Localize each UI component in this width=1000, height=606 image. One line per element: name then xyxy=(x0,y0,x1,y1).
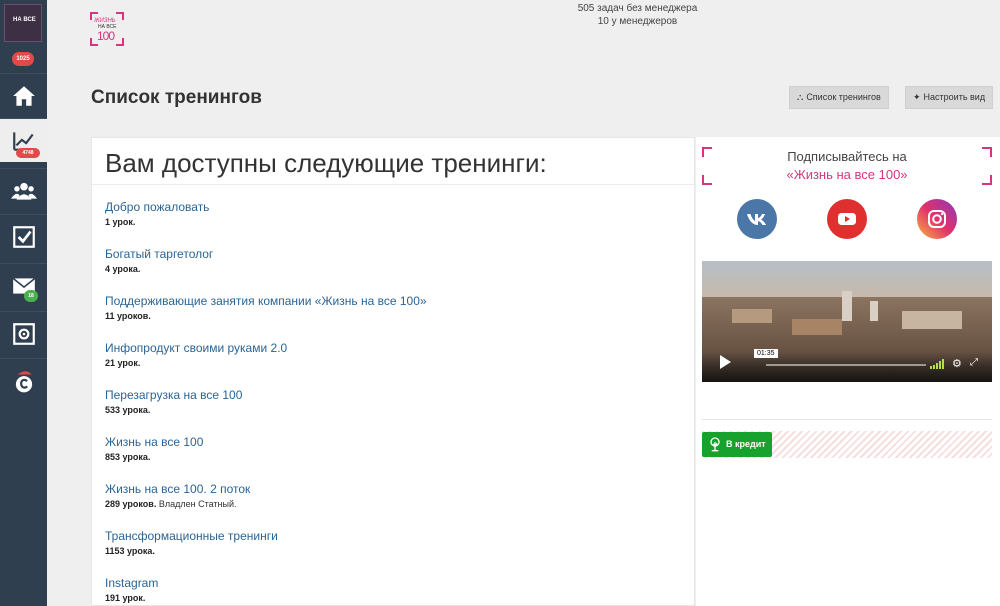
lessons-count: 11 уроков. xyxy=(105,311,151,321)
video-progress-bar[interactable] xyxy=(766,364,926,366)
brand-logo[interactable]: ЖИЗНЬ НА ВСЕ 100 xyxy=(90,12,124,46)
tasks-summary[interactable]: 505 задач без менеджера 10 у менеджеров xyxy=(560,2,715,28)
instagram-button[interactable] xyxy=(917,199,957,239)
configure-view-button-label: Настроить вид xyxy=(923,92,986,102)
trainings-list-button-label: Список тренингов xyxy=(806,92,881,102)
subscribe-block: Подписывайтесь на «Жизнь на все 100» xyxy=(702,147,992,185)
lessons-count: 853 урока. xyxy=(105,452,151,462)
youtube-button[interactable] xyxy=(827,199,867,239)
messages-badge: 18 xyxy=(24,290,38,302)
brand-logo-line3: 100 xyxy=(97,29,115,43)
list-item: Поддерживающие занятия компании «Жизнь н… xyxy=(105,294,427,321)
video-frame-building xyxy=(902,311,962,329)
video-frame-building xyxy=(732,309,772,323)
lessons-count: 1 урок. xyxy=(105,217,136,227)
lessons-count: 4 урока. xyxy=(105,264,141,274)
users-icon xyxy=(10,182,37,200)
training-link[interactable]: Поддерживающие занятия компании «Жизнь н… xyxy=(105,294,427,308)
lessons-count: 1153 урока. xyxy=(105,546,155,556)
list-item: Перезагрузка на все 100 533 урока. xyxy=(105,388,242,415)
list-item: Жизнь на все 100 853 урока. xyxy=(105,435,203,462)
sidebar-item-users[interactable] xyxy=(0,168,47,212)
video-player[interactable]: 01:35 ⚙ ⤢ xyxy=(702,261,992,382)
training-link[interactable]: Инфопродукт своими руками 2.0 xyxy=(105,341,287,355)
training-link[interactable]: Жизнь на все 100. 2 поток xyxy=(105,482,250,496)
lessons-count-value: 289 уроков. xyxy=(105,499,157,509)
sidebar-item-safe[interactable] xyxy=(0,311,47,355)
safe-icon xyxy=(12,322,35,345)
sidebar-logo[interactable]: НА ВСЕ xyxy=(4,4,42,42)
youtube-icon xyxy=(838,213,856,225)
tree-icon xyxy=(710,437,720,452)
video-controls xyxy=(702,352,992,382)
fullscreen-icon[interactable]: ⤢ xyxy=(970,357,978,368)
trainings-heading: Вам доступны следующие тренинги: xyxy=(105,148,547,178)
training-link[interactable]: Перезагрузка на все 100 xyxy=(105,388,242,402)
vk-icon xyxy=(747,214,766,225)
list-item: Instagram 191 урок. xyxy=(105,576,158,603)
divider xyxy=(702,419,992,420)
sidebar-item-home[interactable] xyxy=(0,73,47,117)
list-item: Инфопродукт своими руками 2.0 21 урок. xyxy=(105,341,287,368)
volume-icon[interactable] xyxy=(930,359,946,369)
credit-button-label: В кредит xyxy=(726,439,766,449)
sitemap-icon: ⛬ xyxy=(797,92,804,102)
lessons-count: 289 уроков. Владлен Статный. xyxy=(105,499,250,509)
trainings-panel: Вам доступны следующие тренинги: Добро п… xyxy=(91,137,696,606)
training-link[interactable]: Жизнь на все 100 xyxy=(105,435,203,449)
subscribe-brand: «Жизнь на все 100» xyxy=(786,167,908,182)
tasks-with-managers[interactable]: 10 у менеджеров xyxy=(560,15,715,28)
video-frame-building xyxy=(842,291,852,321)
list-item: Жизнь на все 100. 2 поток 289 уроков. Вл… xyxy=(105,482,250,509)
configure-view-button[interactable]: ✦ Настроить вид xyxy=(905,86,994,109)
sidebar-item-tasks[interactable] xyxy=(0,214,47,258)
checkbox-icon xyxy=(12,225,35,248)
training-link[interactable]: Богатый таргетолог xyxy=(105,247,213,261)
subscribe-text: Подписывайтесь на xyxy=(787,149,907,164)
video-frame-building xyxy=(792,319,842,335)
lessons-count: 191 урок. xyxy=(105,593,146,603)
training-link[interactable]: Добро пожаловать xyxy=(105,200,209,214)
play-icon[interactable] xyxy=(720,355,731,369)
sidebar-item-sales[interactable] xyxy=(0,358,47,402)
aside-column: Подписывайтесь на «Жизнь на все 100» 01:… xyxy=(696,137,1000,606)
lessons-count: 533 урока. xyxy=(105,405,151,415)
list-item: Трансформационные тренинги 1153 урока. xyxy=(105,529,278,556)
video-frame-building xyxy=(870,301,878,321)
santa-hat-icon xyxy=(15,370,32,392)
training-link[interactable]: Instagram xyxy=(105,576,158,590)
gear-icon[interactable]: ⚙ xyxy=(952,357,962,370)
sidebar-item-messages[interactable]: 18 xyxy=(0,263,47,307)
vk-button[interactable] xyxy=(737,199,777,239)
video-time: 01:35 xyxy=(754,349,778,358)
training-link[interactable]: Трансформационные тренинги xyxy=(105,529,278,543)
list-item: Добро пожаловать 1 урок. xyxy=(105,200,209,227)
instagram-icon xyxy=(928,210,946,228)
notifications-badge[interactable]: 1025 xyxy=(12,52,34,66)
puzzle-icon: ✦ xyxy=(913,92,921,102)
page-title: Список тренингов xyxy=(91,87,262,108)
sidebar: НА ВСЕ 1025 4748 18 xyxy=(0,0,47,606)
lessons-count: 21 урок. xyxy=(105,358,141,368)
credit-button[interactable]: В кредит xyxy=(702,432,772,457)
training-author: Владлен Статный. xyxy=(158,499,237,509)
sidebar-item-trainings[interactable]: 4748 xyxy=(0,118,47,162)
home-icon xyxy=(12,85,35,106)
credit-banner: В кредит xyxy=(702,431,992,458)
divider xyxy=(92,184,696,185)
tasks-without-manager[interactable]: 505 задач без менеджера xyxy=(560,2,715,15)
trainings-badge: 4748 xyxy=(16,148,40,158)
sidebar-logo-text: НА ВСЕ xyxy=(13,17,36,23)
list-item: Богатый таргетолог 4 урока. xyxy=(105,247,213,274)
trainings-list-button[interactable]: ⛬ Список тренингов xyxy=(789,86,889,109)
